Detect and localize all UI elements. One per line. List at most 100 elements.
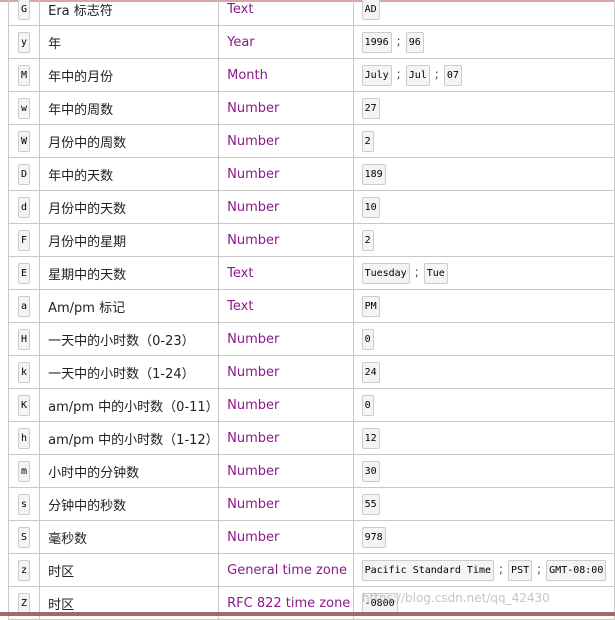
type-cell: Number <box>218 91 354 125</box>
table-row: w 年中的周数 Number 27 <box>7 91 615 125</box>
letter-cell: d <box>7 190 41 224</box>
description-cell: 小时中的分钟数 <box>39 454 220 488</box>
type-cell: General time zone <box>218 553 354 587</box>
pattern-letter: Z <box>18 592 31 614</box>
type-cell: Number <box>218 388 354 422</box>
table-row: H 一天中的小时数（0-23） Number 0 <box>7 322 615 356</box>
description-cell: 月份中的周数 <box>39 124 220 158</box>
example-value: PM <box>361 295 380 317</box>
example-cell: 27 <box>352 91 615 125</box>
example-cell: 1996; 96 <box>352 25 615 59</box>
letter-cell: k <box>7 355 41 389</box>
table-row: y 年 Year 1996; 96 <box>7 25 615 59</box>
example-value: 12 <box>361 427 380 449</box>
pattern-letter: S <box>18 526 31 548</box>
example-cell: 978 <box>352 520 615 554</box>
example-value: Tuesday <box>361 262 410 284</box>
example-cell: 10 <box>352 190 615 224</box>
example-cell: AD <box>352 0 615 26</box>
pattern-letter: m <box>18 460 31 482</box>
letter-cell: G <box>7 0 41 26</box>
example-cell: 2 <box>352 223 615 257</box>
example-cell: 0 <box>352 322 615 356</box>
description-cell: Era 标志符 <box>39 0 220 26</box>
example-cell: Pacific Standard Time; PST; GMT-08:00 <box>352 553 615 587</box>
description-cell: 月份中的天数 <box>39 190 220 224</box>
example-value: PST <box>508 559 533 581</box>
description-cell: 一天中的小时数（0-23） <box>39 322 220 356</box>
letter-cell: w <box>7 91 41 125</box>
example-value: 27 <box>361 97 380 119</box>
description-cell: 毫秒数 <box>39 520 220 554</box>
bottom-band <box>0 612 615 616</box>
table-row: h am/pm 中的小时数（1-12） Number 12 <box>7 421 615 455</box>
example-value: Jul <box>405 64 430 86</box>
description-cell: 时区 <box>39 553 220 587</box>
description-cell: 分钟中的秒数 <box>39 487 220 521</box>
pattern-letter: H <box>18 328 31 350</box>
letter-cell: z <box>7 553 41 587</box>
type-cell: Number <box>218 322 354 356</box>
example-value: 55 <box>361 493 380 515</box>
example-value: 2 <box>361 130 374 152</box>
type-cell: Number <box>218 487 354 521</box>
example-value: 0 <box>361 328 374 350</box>
example-cell: PM <box>352 289 615 323</box>
pattern-letter: h <box>18 427 31 449</box>
example-value: 24 <box>361 361 380 383</box>
description-cell: 年中的月份 <box>39 58 220 92</box>
separator: ; <box>414 264 419 279</box>
type-cell: Number <box>218 157 354 191</box>
table-row: k 一天中的小时数（1-24） Number 24 <box>7 355 615 389</box>
pattern-letter: M <box>18 64 31 86</box>
example-cell: 24 <box>352 355 615 389</box>
description-cell: 月份中的星期 <box>39 223 220 257</box>
example-cell: 30 <box>352 454 615 488</box>
example-cell: July; Jul; 07 <box>352 58 615 92</box>
type-cell: Number <box>218 190 354 224</box>
pattern-letter: a <box>18 295 31 317</box>
table-row: F 月份中的星期 Number 2 <box>7 223 615 257</box>
watermark: https://blog.csdn.net/qq_42430 <box>362 591 550 605</box>
letter-cell: F <box>7 223 41 257</box>
example-cell: 189 <box>352 157 615 191</box>
table-row: z 时区 General time zone Pacific Standard … <box>7 553 615 587</box>
letter-cell: h <box>7 421 41 455</box>
example-value: 30 <box>361 460 380 482</box>
letter-cell: M <box>7 58 41 92</box>
date-format-table: G Era 标志符 Text AD y 年 Year 1996; 96 M 年中的月份… <box>7 0 615 620</box>
example-value: 0 <box>361 394 374 416</box>
type-cell: Year <box>218 25 354 59</box>
pattern-letter: z <box>18 559 31 581</box>
description-cell: 一天中的小时数（1-24） <box>39 355 220 389</box>
letter-cell: K <box>7 388 41 422</box>
letter-cell: y <box>7 25 41 59</box>
example-value: AD <box>361 0 380 20</box>
description-cell: Am/pm 标记 <box>39 289 220 323</box>
example-value: GMT-08:00 <box>546 559 607 581</box>
description-cell: 星期中的天数 <box>39 256 220 290</box>
letter-cell: a <box>7 289 41 323</box>
example-value: Pacific Standard Time <box>361 559 494 581</box>
table-row: M 年中的月份 Month July; Jul; 07 <box>7 58 615 92</box>
type-cell: Number <box>218 223 354 257</box>
example-value: July <box>361 64 392 86</box>
description-cell: 年中的天数 <box>39 157 220 191</box>
pattern-letter: E <box>18 262 31 284</box>
example-cell: 12 <box>352 421 615 455</box>
example-value: 189 <box>361 163 386 185</box>
table-row: K am/pm 中的小时数（0-11） Number 0 <box>7 388 615 422</box>
letter-cell: E <box>7 256 41 290</box>
type-cell: Number <box>218 520 354 554</box>
pattern-letter: d <box>18 196 31 218</box>
pattern-letter: k <box>18 361 31 383</box>
example-value: Tue <box>423 262 448 284</box>
example-value: 07 <box>443 64 462 86</box>
example-cell: 2 <box>352 124 615 158</box>
description-cell: 年中的周数 <box>39 91 220 125</box>
separator: ; <box>499 561 504 576</box>
type-cell: Text <box>218 0 354 26</box>
example-value: 10 <box>361 196 380 218</box>
separator: ; <box>434 66 439 81</box>
description-cell: am/pm 中的小时数（0-11） <box>39 388 220 422</box>
